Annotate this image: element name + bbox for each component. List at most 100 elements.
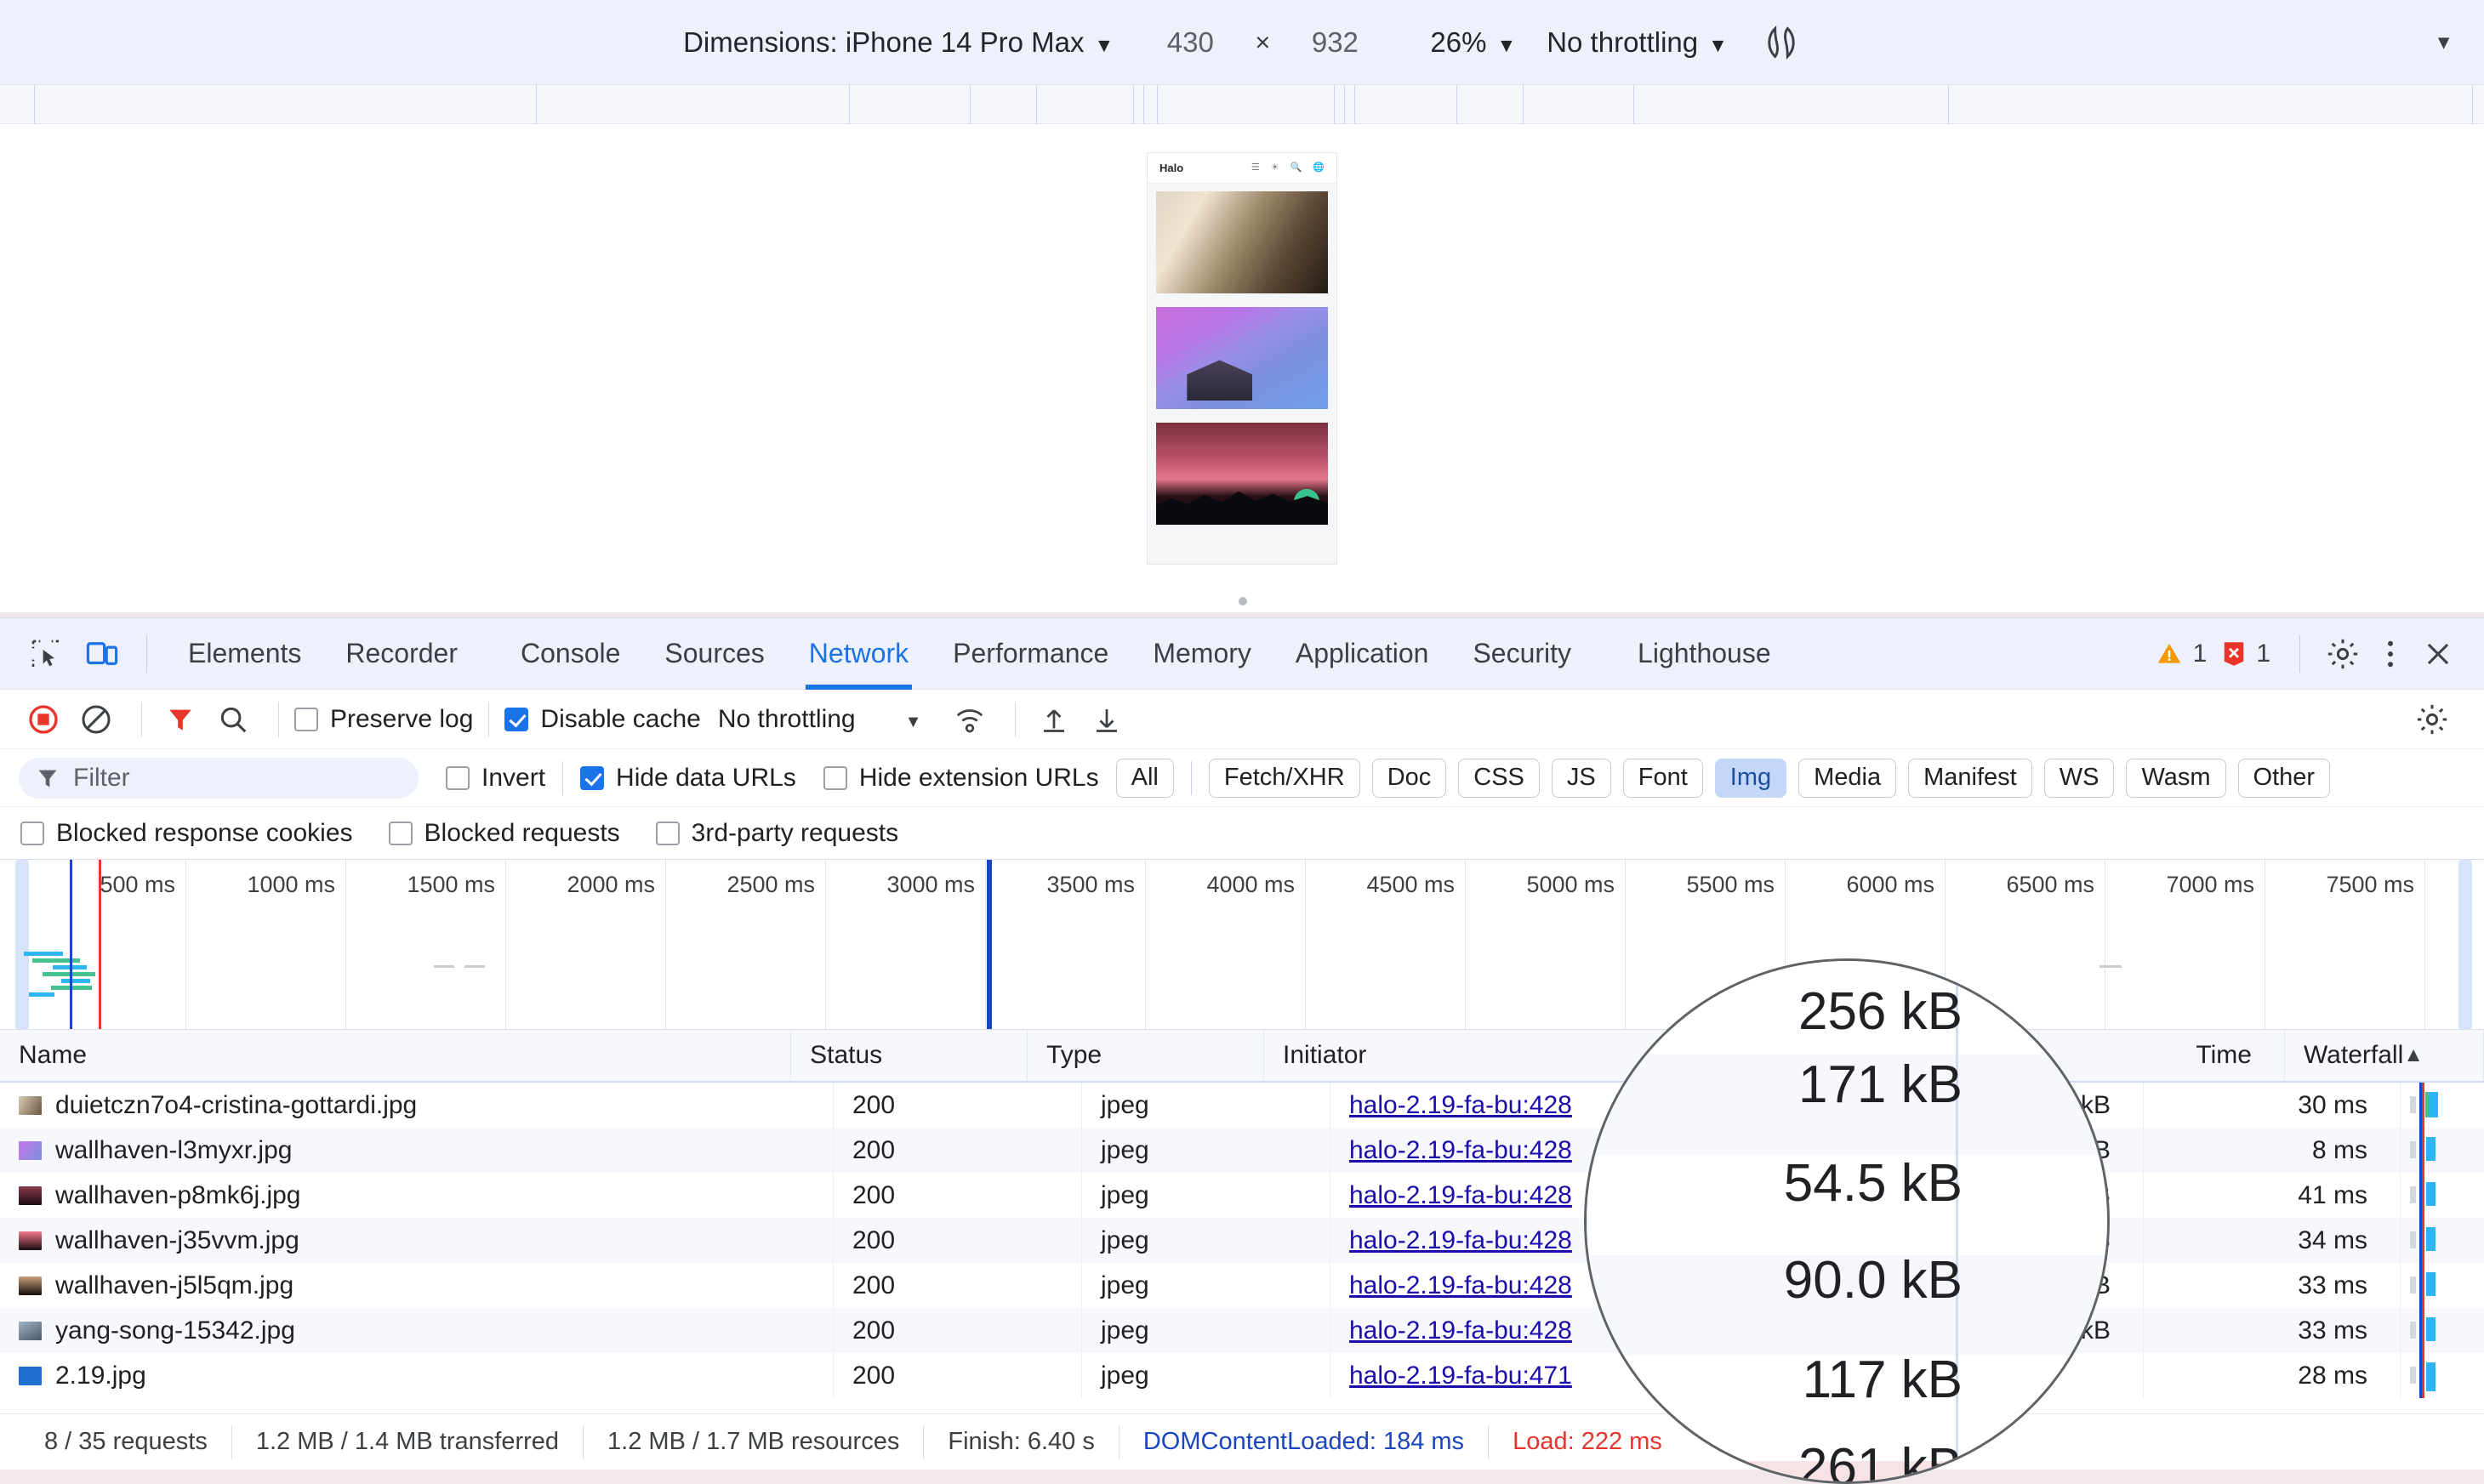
device-toolbar-icon[interactable] <box>80 632 124 676</box>
cell-name[interactable]: wallhaven-j35vvm.jpg <box>0 1218 834 1263</box>
column-header-status[interactable]: Status <box>791 1029 1028 1082</box>
cell-name[interactable]: yang-song-15342.jpg <box>0 1308 834 1353</box>
tab-sources[interactable]: Sources <box>642 618 786 690</box>
tab-network[interactable]: Network <box>787 618 931 690</box>
device-dimensions-dropdown[interactable]: Dimensions: iPhone 14 Pro Max ▼ <box>683 26 1114 59</box>
viewport-height-input[interactable] <box>1284 26 1387 59</box>
feed-image-card[interactable] <box>1156 307 1328 409</box>
checkbox-box[interactable] <box>504 707 529 731</box>
chip-wasm[interactable]: Wasm <box>2126 758 2226 798</box>
tab-application[interactable]: Application <box>1273 618 1451 690</box>
checkbox-box[interactable] <box>294 707 318 731</box>
hide-extension-urls-checkbox[interactable]: Hide extension URLs <box>823 764 1099 793</box>
tab-memory[interactable]: Memory <box>1131 618 1273 690</box>
checkbox-box[interactable] <box>580 765 605 790</box>
cell-name[interactable]: wallhaven-j5l5qm.jpg <box>0 1263 834 1308</box>
table-row[interactable]: duietczn7o4-cristina-gottardi.jpg 200 jp… <box>0 1083 2484 1128</box>
chip-font[interactable]: Font <box>1622 758 1703 798</box>
search-icon[interactable]: 🔍 <box>1290 163 1302 173</box>
network-throttling-dropdown[interactable]: No throttling ▼ <box>718 705 922 734</box>
chip-css[interactable]: CSS <box>1458 758 1540 798</box>
third-party-requests-checkbox[interactable]: 3rd-party requests <box>655 819 898 848</box>
rotate-icon[interactable] <box>1762 23 1801 62</box>
chip-other[interactable]: Other <box>2237 758 2331 798</box>
tab-performance[interactable]: Performance <box>931 618 1131 690</box>
search-input[interactable]: Filter <box>19 757 419 799</box>
cell-waterfall[interactable] <box>2401 1263 2484 1308</box>
chip-manifest[interactable]: Manifest <box>1908 758 2032 798</box>
device-toolbar-more-menu[interactable]: ▼ <box>2434 31 2453 54</box>
brightness-icon[interactable]: ☀ <box>1271 163 1279 173</box>
cell-waterfall[interactable] <box>2401 1218 2484 1263</box>
chip-js[interactable]: JS <box>1551 758 1611 798</box>
viewport-resize-handle[interactable] <box>1239 597 1247 606</box>
preserve-log-checkbox[interactable]: Preserve log <box>294 705 473 734</box>
menu-icon[interactable]: ☰ <box>1251 163 1260 173</box>
cell-name[interactable]: wallhaven-l3myxr.jpg <box>0 1128 834 1173</box>
tab-console[interactable]: Console <box>499 618 642 690</box>
cell-waterfall[interactable] <box>2401 1173 2484 1218</box>
warning-count-badge[interactable]: 1 <box>2156 640 2207 668</box>
record-stop-icon[interactable] <box>20 697 66 742</box>
checkbox-box[interactable] <box>20 821 44 845</box>
tab-security[interactable]: Security <box>1450 618 1593 690</box>
zoom-dropdown[interactable]: 26% ▼ <box>1430 26 1516 59</box>
globe-icon[interactable]: 🌐 <box>1313 163 1325 173</box>
table-row[interactable]: wallhaven-p8mk6j.jpg 200 jpeg halo-2.19-… <box>0 1173 2484 1218</box>
chip-img[interactable]: Img <box>1714 758 1787 798</box>
blocked-requests-checkbox[interactable]: Blocked requests <box>388 819 620 848</box>
checkbox-box[interactable] <box>655 821 680 845</box>
overview-right-handle[interactable] <box>2458 860 2472 1029</box>
table-row[interactable]: yang-song-15342.jpg 200 jpeg halo-2.19-f… <box>0 1308 2484 1353</box>
inspect-element-icon[interactable] <box>24 632 68 676</box>
cell-name[interactable]: 2.19.jpg <box>0 1353 834 1398</box>
table-row[interactable]: 2.19.jpg 200 jpeg halo-2.19-fa-bu:471 28… <box>0 1353 2484 1398</box>
page-viewport[interactable]: Halo ☰ ☀ 🔍 🌐 ✎ <box>0 124 2484 612</box>
tab-recorder[interactable]: Recorder <box>323 618 480 690</box>
column-header-waterfall[interactable]: Waterfall ▲ <box>2285 1029 2484 1082</box>
column-header-type[interactable]: Type <box>1028 1029 1265 1082</box>
chip-ws[interactable]: WS <box>2043 758 2115 798</box>
table-row[interactable]: wallhaven-j35vvm.jpg 200 jpeg halo-2.19-… <box>0 1218 2484 1263</box>
filter-funnel-icon[interactable] <box>157 697 203 742</box>
viewport-width-input[interactable] <box>1139 26 1242 59</box>
column-header-name[interactable]: Name <box>0 1029 792 1082</box>
checkbox-box[interactable] <box>823 765 847 790</box>
blocked-response-cookies-checkbox[interactable]: Blocked response cookies <box>20 819 353 848</box>
invert-checkbox[interactable]: Invert <box>446 764 545 793</box>
feed-image-card[interactable] <box>1156 191 1328 293</box>
search-icon[interactable] <box>210 697 256 742</box>
device-throttling-dropdown[interactable]: No throttling ▼ <box>1547 26 1728 59</box>
checkbox-box[interactable] <box>446 765 470 790</box>
export-har-icon[interactable] <box>1084 697 1130 742</box>
close-icon[interactable] <box>2414 630 2462 678</box>
tab-elements[interactable]: Elements <box>166 618 323 690</box>
edit-icon[interactable]: ✎ <box>1294 489 1319 515</box>
checkbox-box[interactable] <box>388 821 413 845</box>
table-row[interactable]: wallhaven-j5l5qm.jpg 200 jpeg halo-2.19-… <box>0 1263 2484 1308</box>
disable-cache-checkbox[interactable]: Disable cache <box>504 705 701 734</box>
error-count-badge[interactable]: 1 <box>2222 640 2270 668</box>
import-har-icon[interactable] <box>1031 697 1077 742</box>
feed-image-card[interactable]: ✎ <box>1156 423 1328 525</box>
cell-name[interactable]: duietczn7o4-cristina-gottardi.jpg <box>0 1083 834 1128</box>
chip-fetch-xhr[interactable]: Fetch/XHR <box>1208 758 1360 798</box>
hide-data-urls-checkbox[interactable]: Hide data URLs <box>580 764 796 793</box>
gear-icon[interactable] <box>2319 630 2367 678</box>
chip-media[interactable]: Media <box>1798 758 1897 798</box>
cell-waterfall[interactable] <box>2401 1308 2484 1353</box>
tab-lighthouse[interactable]: Lighthouse <box>1615 618 1793 690</box>
overview-left-handle[interactable] <box>15 860 29 1029</box>
chip-all[interactable]: All <box>1115 758 1174 798</box>
clear-icon[interactable] <box>73 697 119 742</box>
network-settings-gear-icon[interactable] <box>2409 697 2455 742</box>
cell-waterfall[interactable] <box>2401 1083 2484 1128</box>
chip-doc[interactable]: Doc <box>1371 758 1447 798</box>
emulated-device-frame[interactable]: Halo ☰ ☀ 🔍 🌐 ✎ <box>1147 152 1337 565</box>
cell-name[interactable]: wallhaven-p8mk6j.jpg <box>0 1173 834 1218</box>
cell-waterfall[interactable] <box>2401 1128 2484 1173</box>
kebab-menu-icon[interactable] <box>2367 630 2414 678</box>
network-conditions-icon[interactable] <box>947 697 993 742</box>
cell-waterfall[interactable] <box>2401 1353 2484 1398</box>
table-row[interactable]: wallhaven-l3myxr.jpg 200 jpeg halo-2.19-… <box>0 1128 2484 1173</box>
